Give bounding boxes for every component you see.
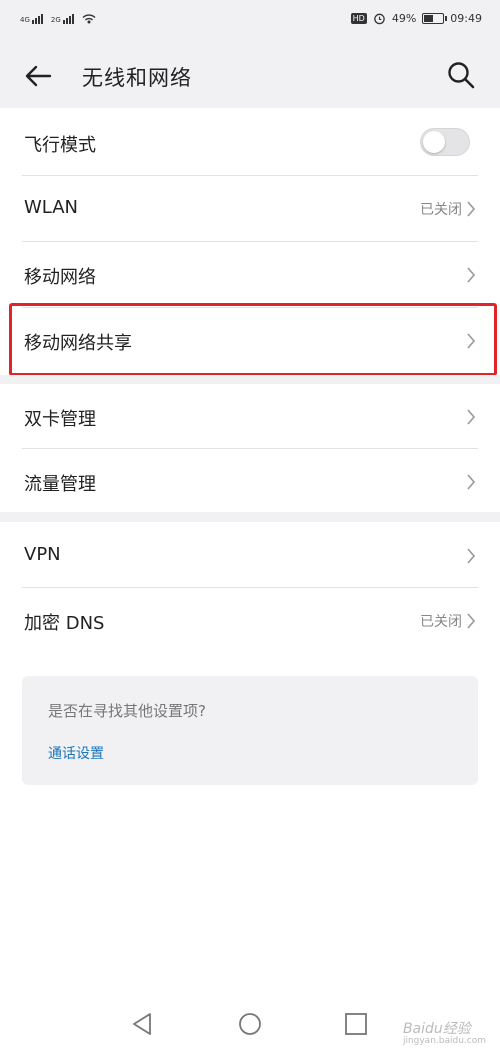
hotspot-icon [82, 14, 96, 24]
section-gap [0, 375, 500, 384]
dual-sim-row[interactable]: 双卡管理 [0, 384, 500, 449]
airplane-mode-label: 飞行模式 [24, 135, 96, 156]
private-dns-status: 已关闭 [420, 614, 462, 630]
airplane-mode-toggle[interactable] [420, 128, 470, 156]
sim2-network-type: 2G [50, 16, 61, 24]
wlan-status: 已关闭 [420, 202, 462, 218]
mobile-network-label: 移动网络 [24, 267, 96, 288]
toggle-knob [423, 131, 445, 153]
chevron-right-icon [467, 613, 476, 629]
back-arrow-icon[interactable] [22, 60, 54, 92]
vpn-label: VPN [24, 544, 61, 565]
search-icon[interactable] [446, 60, 476, 90]
airplane-mode-row[interactable]: 飞行模式 [0, 110, 500, 175]
chevron-right-icon [467, 474, 476, 490]
clock: 09:49 [450, 12, 482, 25]
watermark-domain: jingyan.baidu.com [402, 1036, 486, 1046]
private-dns-label: 加密 DNS [24, 613, 105, 634]
home-circle-icon[interactable] [235, 1009, 265, 1039]
dual-sim-label: 双卡管理 [24, 409, 96, 430]
call-settings-link[interactable]: 通话设置 [48, 743, 104, 763]
sim1-network-type: 4G [20, 16, 30, 24]
vpn-row[interactable]: VPN [0, 523, 500, 588]
alarm-icon [374, 13, 385, 25]
mobile-network-row[interactable]: 移动网络 [0, 242, 500, 307]
section-gap [0, 512, 500, 522]
page-title: 无线和网络 [82, 66, 192, 90]
data-usage-row[interactable]: 流量管理 [0, 449, 500, 514]
battery-icon [422, 13, 448, 24]
back-triangle-icon[interactable] [128, 1009, 158, 1039]
data-usage-label: 流量管理 [24, 474, 96, 495]
app-header: 无线和网络 [0, 42, 500, 108]
tethering-label: 移动网络共享 [24, 333, 132, 354]
private-dns-row[interactable]: 加密 DNS 已关闭 [0, 588, 500, 653]
chevron-right-icon [467, 201, 476, 217]
battery-percent: 49% [391, 12, 417, 25]
chevron-right-icon [467, 548, 476, 564]
chevron-right-icon [467, 267, 476, 283]
suggestion-question: 是否在寻找其他设置项? [48, 702, 206, 720]
suggestion-card: 是否在寻找其他设置项? 通话设置 [22, 676, 478, 785]
watermark: Baidu经验 jingyan.baidu.com [403, 1018, 486, 1046]
signal-sim1-icon: 4G [20, 14, 43, 24]
status-bar: 4G 2G HD 49% 09:49 [0, 0, 500, 42]
chevron-right-icon [467, 409, 476, 425]
wlan-label: WLAN [24, 197, 79, 218]
watermark-brand: Baidu经验 [402, 1021, 471, 1037]
wlan-row[interactable]: WLAN 已关闭 [0, 176, 500, 241]
recents-square-icon[interactable] [341, 1009, 371, 1039]
signal-sim2-icon: 2G [51, 14, 74, 24]
tethering-row[interactable]: 移动网络共享 [0, 308, 500, 373]
hd-badge: HD [350, 13, 367, 24]
chevron-right-icon [467, 333, 476, 349]
